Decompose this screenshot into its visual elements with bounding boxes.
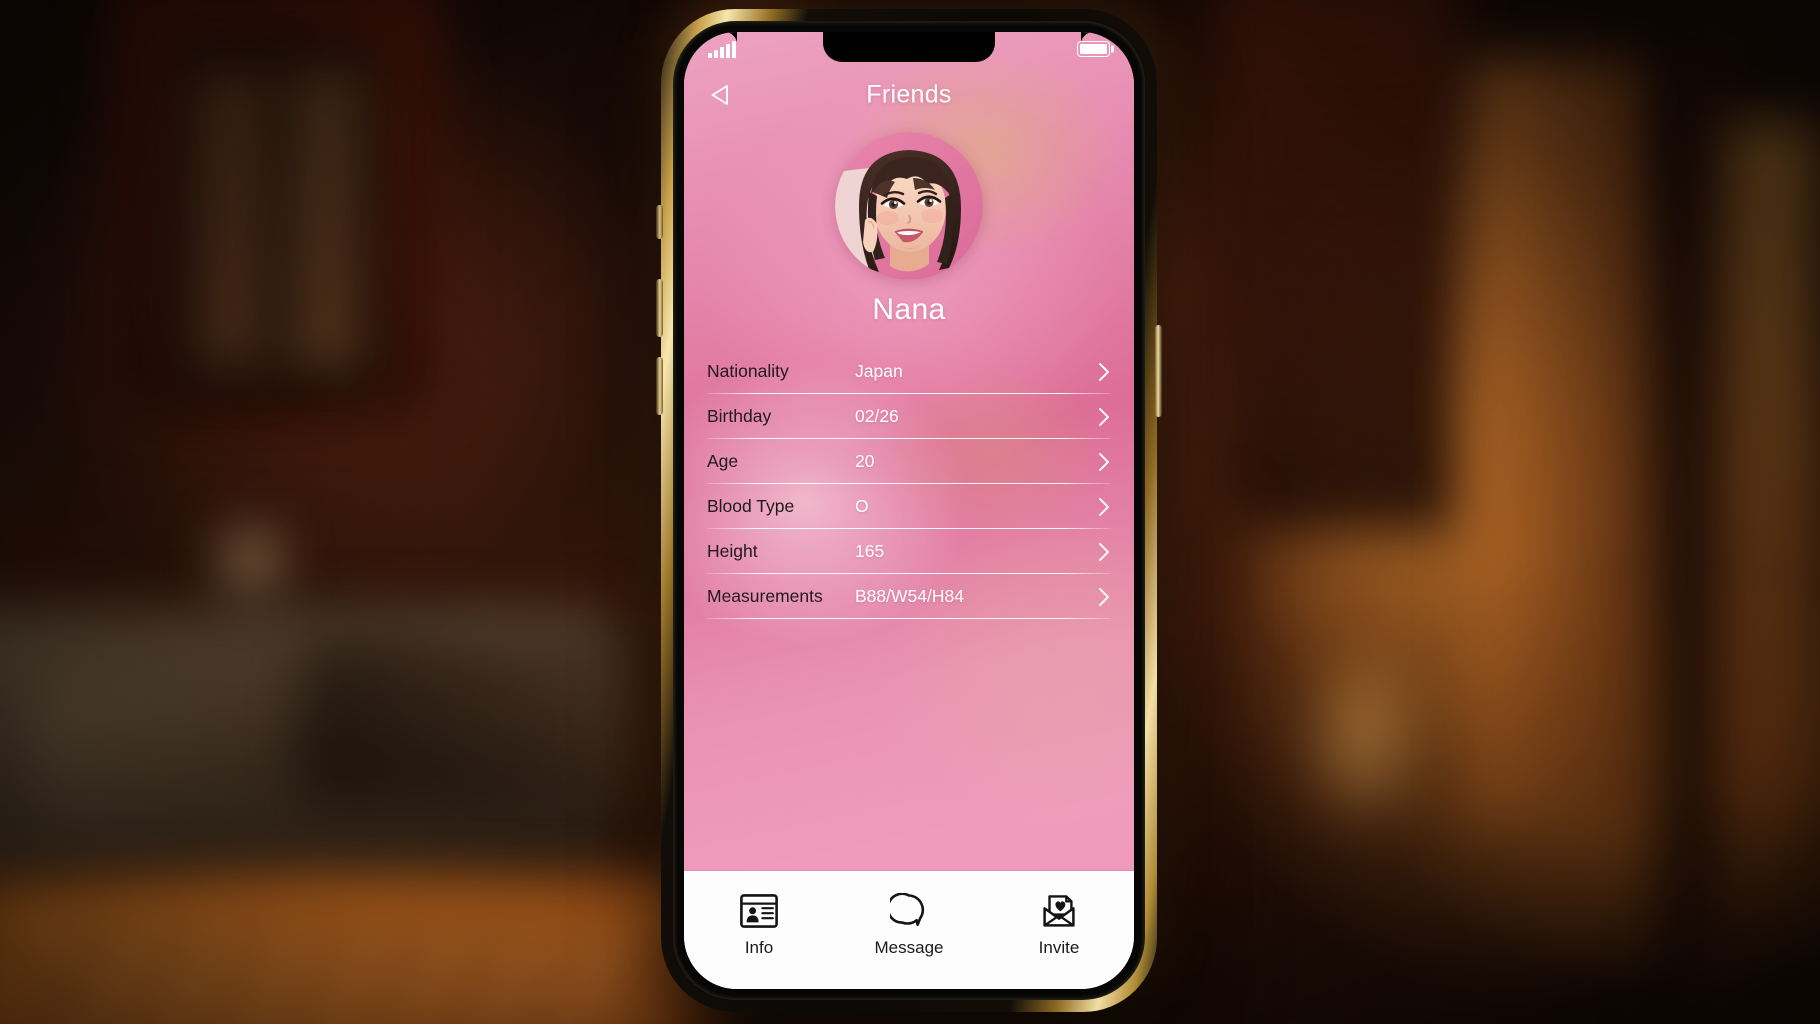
tab-label: Info	[744, 937, 774, 957]
avatar-container	[684, 132, 1134, 280]
info-label: Measurements	[707, 586, 823, 606]
info-value: Japan	[855, 361, 903, 381]
page-title: Friends	[866, 80, 952, 109]
silent-switch[interactable]	[656, 205, 663, 239]
chevron-right-icon	[1099, 407, 1109, 426]
battery-fill	[1079, 43, 1108, 55]
envelope-heart-icon	[1040, 891, 1078, 931]
chevron-right-icon	[1099, 587, 1109, 606]
battery-icon	[1077, 41, 1110, 57]
info-label: Birthday	[707, 406, 772, 426]
info-row-blood-type[interactable]: Blood Type O	[707, 484, 1111, 529]
info-value: 20	[855, 451, 875, 471]
info-label: Age	[707, 451, 739, 471]
smartphone-device: Friends Nana Nationality Japan Birthday …	[656, 9, 1162, 1012]
volume-down-button[interactable]	[656, 357, 663, 415]
tab-label: Message	[874, 937, 944, 957]
profile-info-list: Nationality Japan Birthday 02/26 Age 20	[707, 349, 1111, 619]
info-value: O	[855, 496, 869, 516]
friends-profile-app: Friends Nana Nationality Japan Birthday …	[684, 32, 1134, 989]
navigation-bar: Friends	[684, 66, 1134, 124]
avatar[interactable]	[835, 132, 983, 280]
tab-label: Invite	[1038, 937, 1080, 957]
info-value: 165	[855, 541, 885, 561]
chevron-right-icon	[1099, 497, 1109, 516]
info-label: Nationality	[707, 361, 789, 381]
info-label: Blood Type	[707, 496, 795, 516]
speech-bubble-icon	[890, 891, 928, 931]
tab-message[interactable]: Message	[854, 891, 964, 958]
chevron-right-icon	[1099, 362, 1109, 381]
chevron-right-icon	[1099, 542, 1109, 561]
profile-name: Nana	[872, 293, 946, 326]
volume-up-button[interactable]	[656, 279, 663, 337]
status-bar	[684, 32, 1134, 66]
info-value: B88/W54/H84	[855, 586, 964, 606]
info-row-height[interactable]: Height 165	[707, 529, 1111, 574]
tab-info[interactable]: Info	[704, 891, 814, 958]
info-row-birthday[interactable]: Birthday 02/26	[707, 394, 1111, 439]
bottom-tab-bar: Info Message Invite	[684, 871, 1134, 989]
info-row-measurements[interactable]: Measurements B88/W54/H84	[707, 574, 1111, 619]
id-card-icon	[740, 891, 778, 931]
info-value: 02/26	[855, 406, 899, 426]
power-button[interactable]	[1155, 325, 1162, 417]
tab-invite[interactable]: Invite	[1004, 891, 1114, 958]
chevron-right-icon	[1099, 452, 1109, 471]
info-row-age[interactable]: Age 20	[707, 439, 1111, 484]
info-row-nationality[interactable]: Nationality Japan	[707, 349, 1111, 394]
signal-bars-icon	[708, 40, 736, 58]
phone-screen: Friends Nana Nationality Japan Birthday …	[684, 32, 1134, 989]
info-label: Height	[707, 541, 758, 561]
